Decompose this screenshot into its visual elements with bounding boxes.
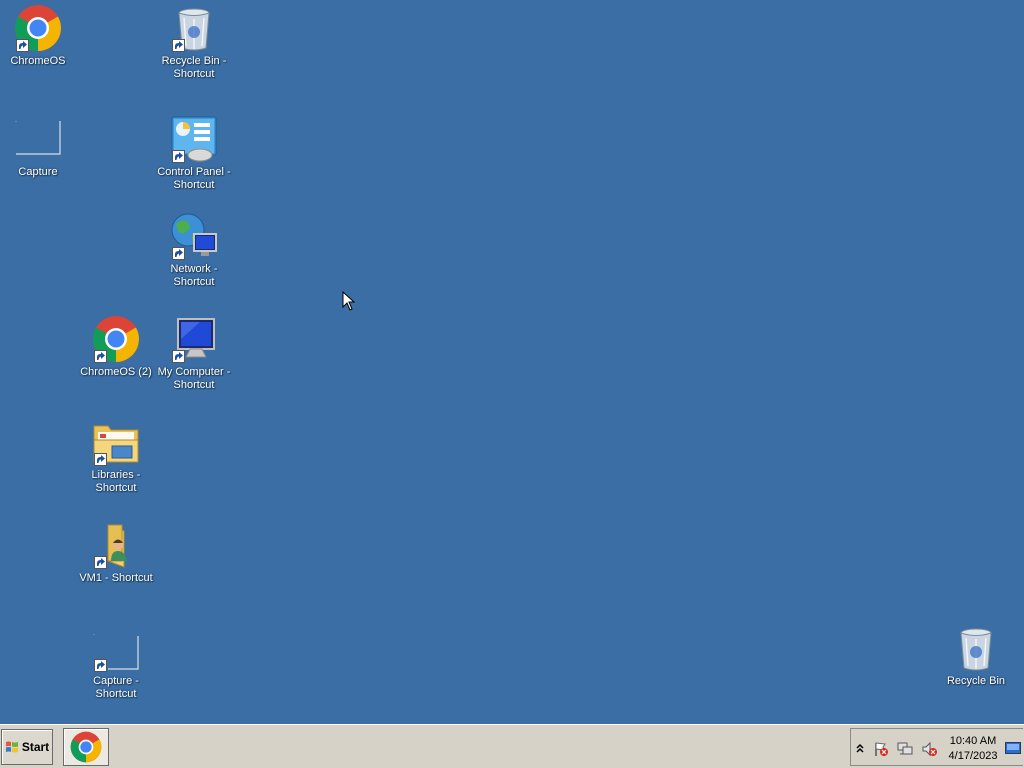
shortcut-arrow-icon (172, 150, 185, 163)
desktop-icon-capture[interactable]: Capture (0, 115, 76, 179)
icon-label: My Computer - Shortcut (157, 366, 231, 391)
libraries-folder-icon (92, 418, 140, 466)
desktop-icon-chromeos[interactable]: ChromeOS (0, 4, 76, 68)
shortcut-arrow-icon (94, 350, 107, 363)
icon-label: VM1 - Shortcut (79, 572, 153, 584)
clock-time[interactable]: 10:40 AM (945, 735, 1001, 747)
chrome-icon (70, 731, 102, 763)
icon-label: Capture - Shortcut (93, 675, 139, 700)
shortcut-arrow-icon (94, 453, 107, 466)
volume-muted-icon[interactable] (921, 741, 937, 757)
icon-label: ChromeOS (10, 55, 66, 67)
start-button[interactable]: Start (1, 729, 53, 765)
shortcut-arrow-icon (16, 39, 29, 52)
system-tray: 10:40 AM 4/17/2023 (850, 728, 1023, 766)
show-hidden-icons-icon[interactable] (855, 741, 865, 755)
network-icon (170, 212, 218, 260)
recycle-bin-icon (952, 624, 1000, 672)
desktop-icon-recycle-bin-shortcut[interactable]: Recycle Bin - Shortcut (156, 4, 232, 81)
computer-icon (170, 315, 218, 363)
desktop-icon-control-panel-shortcut[interactable]: Control Panel - Shortcut (156, 115, 232, 192)
icon-label: Libraries - Shortcut (91, 469, 141, 494)
windows-logo-icon (5, 741, 18, 753)
desktop-icon-chromeos-2[interactable]: ChromeOS (2) (78, 315, 154, 379)
capture-icon (92, 624, 140, 672)
desktop-icon-libraries-shortcut[interactable]: Libraries - Shortcut (78, 418, 154, 495)
shortcut-arrow-icon (172, 39, 185, 52)
clock-date[interactable]: 4/17/2023 (945, 750, 1001, 762)
shortcut-arrow-icon (94, 556, 107, 569)
network-status-icon[interactable] (897, 741, 913, 757)
icon-label: Capture (18, 166, 58, 178)
control-panel-icon (170, 115, 218, 163)
desktop-icon-vm1-shortcut[interactable]: VM1 - Shortcut (78, 521, 154, 585)
chrome-icon (14, 4, 62, 52)
icon-label: Network - Shortcut (170, 263, 218, 288)
user-folder-icon (92, 521, 140, 569)
shortcut-arrow-icon (172, 350, 185, 363)
action-center-flag-icon[interactable] (873, 741, 889, 757)
desktop-icon-capture-shortcut[interactable]: Capture - Shortcut (78, 624, 154, 701)
show-desktop-icon[interactable] (1005, 742, 1021, 754)
desktop-icon-recycle-bin[interactable]: Recycle Bin (938, 624, 1014, 688)
icon-label: ChromeOS (2) (80, 366, 152, 378)
mouse-cursor-icon (342, 291, 356, 311)
icon-label: Control Panel - Shortcut (157, 166, 231, 191)
icon-label: Recycle Bin - Shortcut (161, 55, 227, 80)
shortcut-arrow-icon (94, 659, 107, 672)
recycle-bin-icon (170, 4, 218, 52)
desktop-icon-my-computer-shortcut[interactable]: My Computer - Shortcut (156, 315, 232, 392)
desktop[interactable]: ChromeOS Recycle Bin - Shortcut Capture (0, 0, 1024, 724)
taskbar: Start 10:40 AM 4/17/2023 (0, 724, 1024, 768)
desktop-icon-network-shortcut[interactable]: Network - Shortcut (156, 212, 232, 289)
taskbar-pinned-chrome[interactable] (63, 728, 109, 766)
capture-icon (14, 115, 62, 163)
start-label: Start (21, 740, 50, 754)
chrome-icon (92, 315, 140, 363)
shortcut-arrow-icon (172, 247, 185, 260)
icon-label: Recycle Bin (946, 675, 1006, 687)
